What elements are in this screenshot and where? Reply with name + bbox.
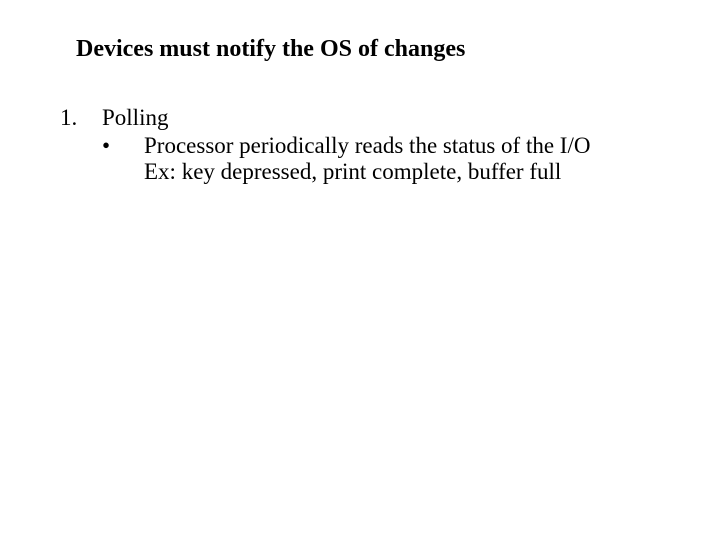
sub-item-line2: Ex: key depressed, print complete, buffe… [144,159,720,185]
slide-title: Devices must notify the OS of changes [76,36,720,63]
list-item-label: Polling [102,105,168,130]
main-list: 1. Polling • Processor periodically read… [60,105,720,185]
bullet-icon: • [102,133,110,159]
sub-list-item: • Processor periodically reads the statu… [102,133,720,185]
list-item-polling: 1. Polling • Processor periodically read… [60,105,720,185]
sub-item-line1: Processor periodically reads the status … [144,133,720,159]
list-number: 1. [60,105,77,131]
sub-list: • Processor periodically reads the statu… [102,133,720,185]
